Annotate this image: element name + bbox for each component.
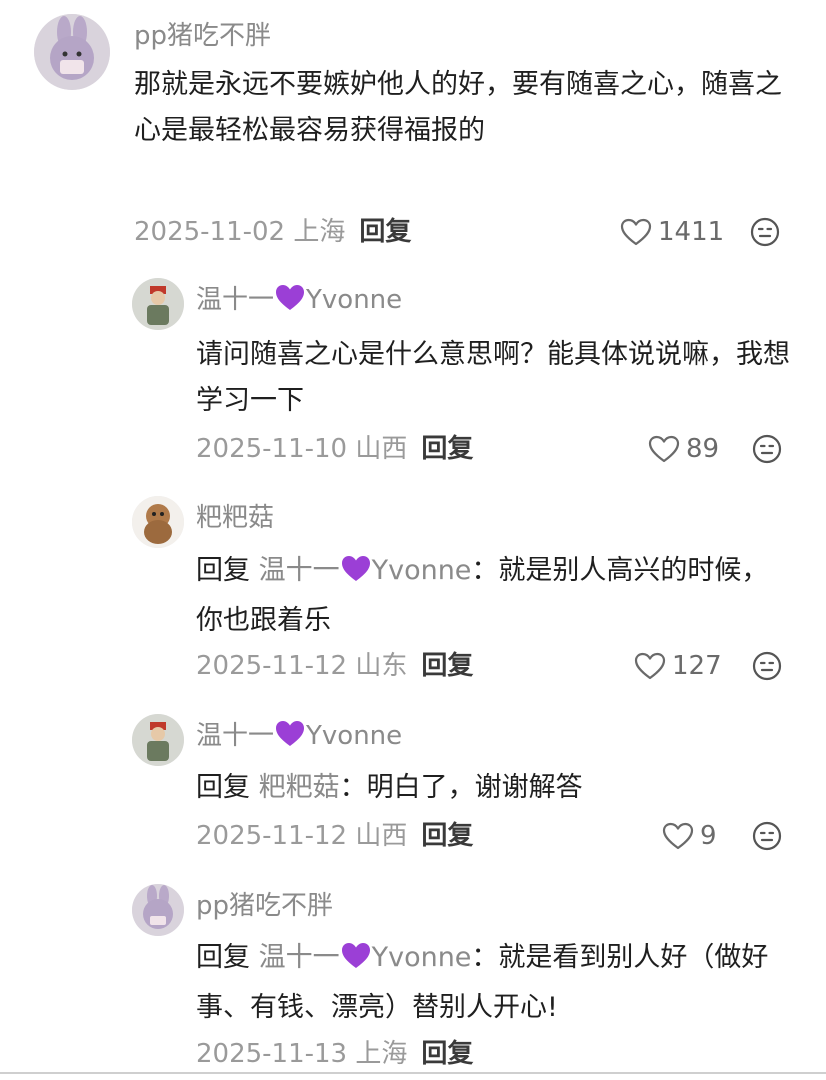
- comment-date-location: 2025-11-10 山西: [196, 434, 408, 464]
- purple-heart-emoji: [275, 720, 305, 756]
- comment-date-location: 2025-11-12 山西: [196, 821, 408, 851]
- reply-button[interactable]: 回复: [421, 434, 473, 464]
- comment-date-location: 2025-11-12 山东: [196, 651, 408, 681]
- avatar[interactable]: [132, 884, 184, 936]
- comment-date-location: 2025-11-13 上海: [196, 1039, 408, 1069]
- like-button[interactable]: 9: [662, 820, 717, 852]
- commenter-name[interactable]: pp猪吃不胖: [134, 20, 271, 52]
- divider: [0, 1072, 826, 1074]
- comment-meta: 2025-11-12 山西 回复: [196, 820, 473, 852]
- like-button[interactable]: 127: [634, 650, 722, 682]
- heart-outline-icon: [634, 652, 666, 680]
- reply-target-name[interactable]: 温十一 Yvonne: [259, 942, 472, 973]
- reply-button[interactable]: 回复: [421, 1039, 473, 1069]
- like-button[interactable]: 1411: [620, 216, 724, 248]
- heart-outline-icon: [648, 435, 680, 463]
- like-count: 127: [672, 651, 722, 681]
- meh-face-icon[interactable]: [752, 651, 782, 685]
- commenter-name[interactable]: 温十一 Yvonne: [196, 720, 402, 756]
- reply-button[interactable]: 回复: [359, 217, 411, 247]
- comment-meta: 2025-11-12 山东 回复: [196, 650, 473, 682]
- reply-prefix: 回复: [196, 942, 250, 973]
- avatar[interactable]: [132, 496, 184, 548]
- comment-text: 那就是永远不要嫉妒他人的好，要有随喜之心，随喜之心是最轻松最容易获得福报的: [134, 69, 782, 146]
- avatar[interactable]: [132, 278, 184, 330]
- commenter-name[interactable]: 温十一 Yvonne: [196, 284, 402, 320]
- comment-text: 请问随喜之心是什么意思啊？能具体说说嘛，我想学习一下: [196, 339, 790, 416]
- avatar[interactable]: [132, 714, 184, 766]
- comment-meta: 2025-11-10 山西 回复: [196, 433, 473, 465]
- purple-heart-emoji: [341, 552, 371, 598]
- commenter-name[interactable]: 粑粑菇: [196, 502, 274, 534]
- reply-text: ：明白了，谢谢解答: [339, 772, 583, 803]
- like-count: 9: [700, 821, 717, 851]
- purple-heart-emoji: [341, 939, 371, 985]
- meh-face-icon[interactable]: [750, 217, 780, 251]
- comment-text: 回复 粑粑菇：明白了，谢谢解答: [196, 765, 790, 811]
- comment-date-location: 2025-11-02 上海: [134, 217, 346, 247]
- reply-prefix: 回复: [196, 555, 250, 586]
- purple-heart-emoji: [275, 284, 305, 320]
- comment-text: 回复 温十一 Yvonne：就是看到别人好（做好事、有钱、漂亮）替别人开心!: [196, 935, 796, 1031]
- commenter-name[interactable]: pp猪吃不胖: [196, 890, 333, 922]
- heart-outline-icon: [620, 218, 652, 246]
- reply-button[interactable]: 回复: [421, 821, 473, 851]
- comment-text: 回复 温十一 Yvonne：就是别人高兴的时候，你也跟着乐: [196, 548, 790, 644]
- meh-face-icon[interactable]: [752, 821, 782, 855]
- reply-button[interactable]: 回复: [421, 651, 473, 681]
- meh-face-icon[interactable]: [752, 434, 782, 468]
- reply-target-name[interactable]: 温十一 Yvonne: [259, 555, 472, 586]
- like-count: 89: [686, 434, 720, 464]
- comment-meta: 2025-11-13 上海 回复: [196, 1038, 473, 1070]
- like-button[interactable]: 89: [648, 433, 719, 465]
- reply-prefix: 回复: [196, 772, 250, 803]
- comment-meta: 2025-11-02 上海 回复: [134, 216, 411, 248]
- heart-outline-icon: [662, 822, 694, 850]
- avatar[interactable]: [34, 14, 110, 90]
- like-count: 1411: [658, 217, 725, 247]
- reply-target-name[interactable]: 粑粑菇: [259, 772, 340, 803]
